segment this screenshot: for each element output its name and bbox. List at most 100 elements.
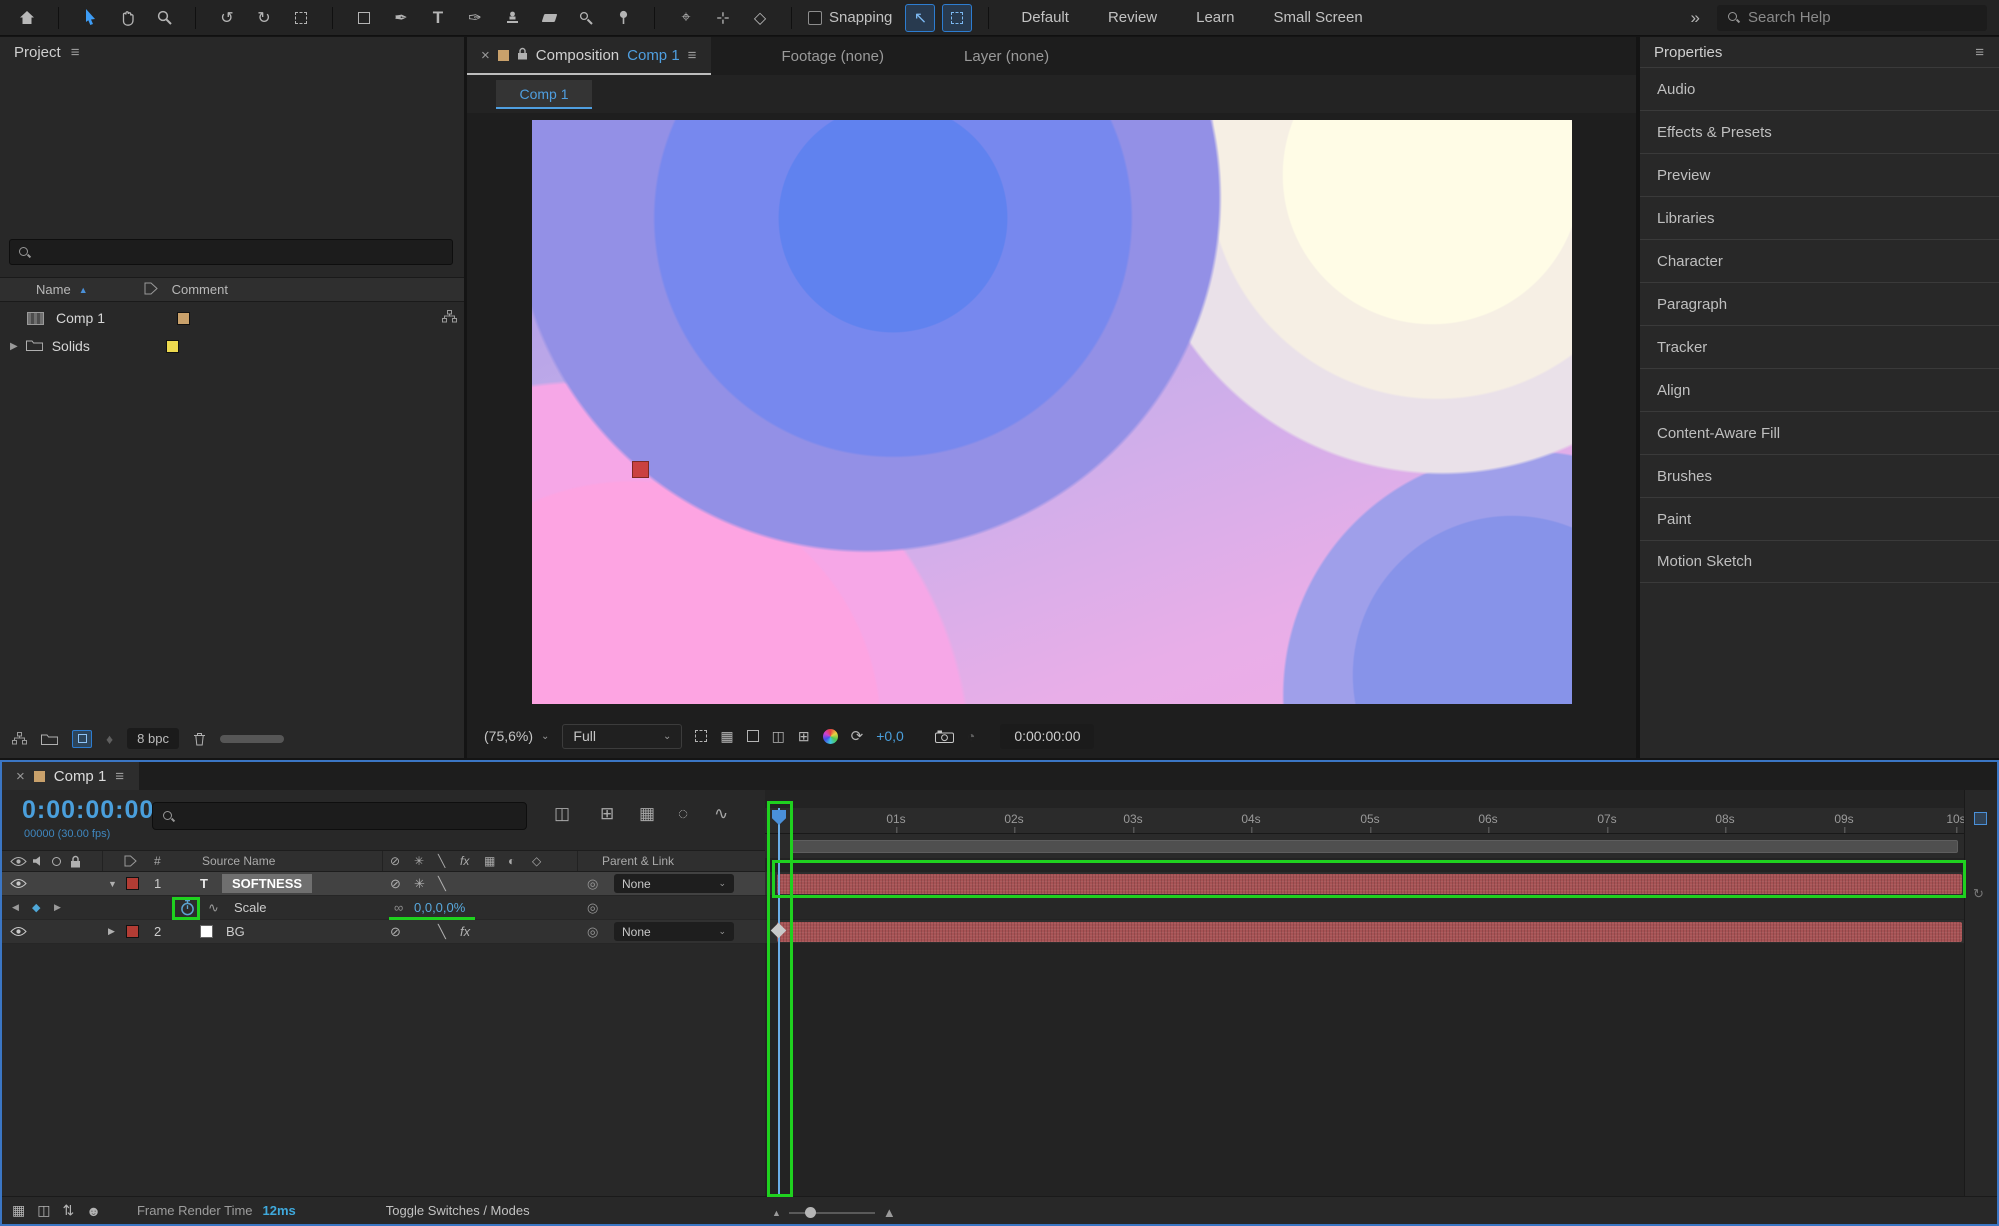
type-tool-icon[interactable]: T	[423, 4, 453, 32]
shy-toggle-icon[interactable]: ◫	[37, 1202, 50, 1219]
shy-switch[interactable]: ⊘	[390, 920, 401, 943]
motion-blur-icon[interactable]: ◌	[678, 804, 688, 824]
eye-icon[interactable]	[10, 872, 27, 895]
shape-tool-icon[interactable]	[349, 4, 379, 32]
frame-blend-icon[interactable]: ▦	[639, 804, 655, 824]
collapse-switch-icon[interactable]: ✳	[414, 851, 424, 871]
new-composition-icon[interactable]	[72, 729, 92, 748]
panel-tab-libraries[interactable]: Libraries	[1640, 196, 1999, 239]
motion-blur-switch-icon[interactable]: ◐	[508, 851, 515, 871]
region-of-interest-icon[interactable]	[695, 730, 708, 742]
panel-tab-align[interactable]: Align	[1640, 368, 1999, 411]
layer-name[interactable]: BG	[226, 920, 245, 943]
selection-tool-icon[interactable]	[75, 4, 105, 32]
project-flowchart-icon[interactable]	[12, 732, 27, 745]
composition-viewport[interactable]	[532, 120, 1572, 704]
close-icon[interactable]: ×	[481, 47, 490, 64]
label-column-icon[interactable]	[124, 851, 137, 871]
adjustment-switch-icon[interactable]: ◇	[532, 851, 541, 871]
refresh-icon[interactable]: ↻	[1973, 886, 1984, 902]
panel-tab-preview[interactable]: Preview	[1640, 153, 1999, 196]
selected-layer-artifact[interactable]	[632, 461, 649, 478]
work-area-bar[interactable]	[790, 840, 1958, 853]
column-number[interactable]: #	[154, 851, 161, 871]
puppet-pin-tool-icon[interactable]	[608, 4, 638, 32]
pick-whip-icon[interactable]: ◎	[587, 920, 598, 943]
panel-tab-audio[interactable]: Audio	[1640, 67, 1999, 110]
eye-icon[interactable]	[10, 851, 27, 871]
transform-box-icon[interactable]: ⇅	[62, 1202, 74, 1219]
panel-tab-brushes[interactable]: Brushes	[1640, 454, 1999, 497]
stopwatch-icon[interactable]	[180, 896, 195, 919]
quality-switch[interactable]: ╲	[438, 872, 446, 895]
composition-mini-flowchart-icon[interactable]: ◫	[554, 804, 570, 824]
zoom-slider-track[interactable]	[788, 1206, 875, 1218]
next-keyframe-icon[interactable]: ▶	[54, 896, 61, 919]
tab-footage[interactable]: Footage (none)	[759, 37, 906, 75]
panel-tab-character[interactable]: Character	[1640, 239, 1999, 282]
quality-switch[interactable]: ╲	[438, 920, 446, 943]
expand-arrow-icon[interactable]: ▶	[10, 341, 18, 352]
brush-tool-icon[interactable]: ✑	[460, 4, 490, 32]
zoom-in-mountain-icon[interactable]: ▲	[883, 1205, 896, 1220]
project-panel-menu-icon[interactable]: ≡	[71, 44, 81, 61]
snapshot-camera-icon[interactable]	[934, 730, 954, 743]
toggle-switches-modes-button[interactable]: Toggle Switches / Modes	[386, 1203, 530, 1218]
orbit-camera-tool-icon[interactable]: ↻	[249, 4, 279, 32]
track-row-softness[interactable]	[765, 872, 1964, 896]
tab-layer[interactable]: Layer (none)	[942, 37, 1071, 75]
add-keyframe-icon[interactable]: ◆	[32, 896, 40, 919]
layer-duration-bar[interactable]	[777, 922, 1962, 942]
panel-tab-content-aware-fill[interactable]: Content-Aware Fill	[1640, 411, 1999, 454]
layer-color-chip[interactable]	[126, 920, 139, 943]
label-column-icon[interactable]	[144, 282, 158, 298]
shy-switch-icon[interactable]: ⊘	[390, 851, 400, 871]
hand-tool-icon[interactable]	[112, 4, 142, 32]
subtab-comp1[interactable]: Comp 1	[496, 80, 592, 109]
transparency-grid-icon[interactable]: ▦	[720, 728, 733, 745]
workspace-tab-default[interactable]: Default	[1005, 9, 1085, 26]
lock-icon[interactable]	[517, 47, 528, 64]
graph-editor-icon[interactable]: ∿	[714, 804, 728, 824]
comp-marker-bin-icon[interactable]	[1974, 812, 1987, 825]
time-ruler[interactable]: 01s 02s 03s 04s 05s 06s 07s 08s 09s 10s	[765, 808, 1966, 834]
shy-switch[interactable]: ⊘	[390, 872, 401, 895]
rotation-tool-icon[interactable]: ↺	[212, 4, 242, 32]
collapse-switch[interactable]: ✳	[414, 872, 425, 895]
property-row-scale[interactable]: ◀ ◆ ▶ ∿ Scale ∞ 0,0,0,0% ◎	[2, 896, 765, 920]
waveform-icon[interactable]: ♦	[106, 731, 113, 747]
panel-tab-paint[interactable]: Paint	[1640, 497, 1999, 540]
guides-icon[interactable]: ◫	[772, 728, 785, 745]
reset-exposure-icon[interactable]: ⟳	[851, 727, 864, 745]
workspace-tab-review[interactable]: Review	[1092, 9, 1173, 26]
zoom-slider-handle[interactable]	[804, 1206, 816, 1218]
workspace-overflow-button[interactable]: »	[1691, 8, 1700, 28]
mask-visibility-icon[interactable]	[746, 730, 759, 742]
panel-tab-effects-presets[interactable]: Effects & Presets	[1640, 110, 1999, 153]
current-time-indicator-line[interactable]	[778, 808, 780, 1196]
fx-switch[interactable]: fx	[460, 920, 470, 943]
draft-3d-icon[interactable]: ⊞	[600, 804, 614, 824]
layer-name[interactable]: SOFTNESS	[222, 874, 313, 893]
zoom-out-mountain-icon[interactable]: ▲	[772, 1208, 781, 1218]
audio-icon[interactable]	[32, 851, 44, 871]
timeline-panel-menu-icon[interactable]: ≡	[115, 768, 125, 785]
parent-dropdown[interactable]: None ⌄	[614, 874, 734, 893]
panel-tab-motion-sketch[interactable]: Motion Sketch	[1640, 540, 1999, 583]
fx-switch-icon[interactable]: fx	[460, 851, 469, 871]
channel-color-icon[interactable]	[822, 728, 838, 744]
sort-ascending-icon[interactable]: ▲	[79, 285, 88, 295]
preview-timecode[interactable]: 0:00:00:00	[1000, 723, 1095, 749]
snapping-checkbox[interactable]	[808, 10, 822, 25]
help-search-input[interactable]: Search Help	[1717, 4, 1987, 31]
workspace-tab-small-screen[interactable]: Small Screen	[1258, 9, 1379, 26]
project-row-comp1[interactable]: Comp 1	[0, 304, 464, 332]
zoom-tool-icon[interactable]	[149, 4, 179, 32]
frame-blend-switch-icon[interactable]: ▦	[484, 851, 495, 871]
new-folder-icon[interactable]	[41, 732, 58, 745]
timeline-zoom-widget[interactable]: ▲ ▲	[772, 1205, 896, 1220]
horizontal-scrollbar[interactable]	[219, 734, 284, 743]
graph-icon[interactable]: ∿	[208, 896, 219, 919]
current-timecode[interactable]: 0:00:00:00	[22, 796, 154, 825]
track-row-bg[interactable]	[765, 920, 1964, 944]
